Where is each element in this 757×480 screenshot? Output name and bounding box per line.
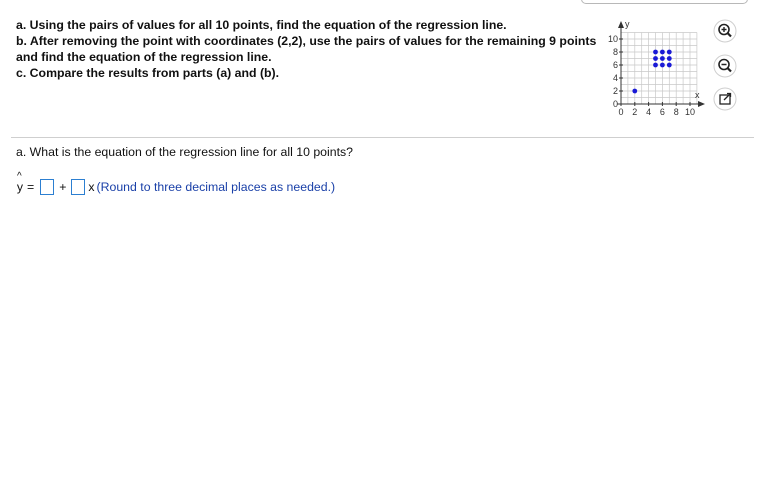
y-axis-label: y: [625, 19, 630, 29]
prompt-part-a: a. Using the pairs of values for all 10 …: [16, 18, 507, 32]
prompt-part-c: c. Compare the results from parts (a) an…: [16, 66, 280, 80]
x-tick-label: 4: [646, 107, 651, 117]
data-point: [666, 62, 672, 68]
data-point: [666, 49, 672, 55]
rounding-hint: (Round to three decimal places as needed…: [96, 180, 336, 194]
x-axis-label: x: [695, 90, 700, 100]
y-axis-arrow: [618, 21, 624, 28]
data-point: [653, 56, 658, 61]
x-tick-label: 8: [674, 107, 679, 117]
data-point: [632, 88, 638, 94]
data-point: [660, 62, 665, 68]
data-point: [660, 56, 665, 61]
data-point: [653, 49, 658, 55]
intercept-input[interactable]: [40, 179, 55, 195]
data-point: [660, 49, 665, 55]
x-tick-label: 2: [632, 107, 637, 117]
equals-sign: =: [27, 180, 35, 194]
top-tab-edge: [581, 0, 748, 4]
answer-row: ^ y = + x (Round to three decimal places …: [16, 171, 336, 197]
slope-input[interactable]: [71, 179, 86, 195]
y-tick-label: 6: [613, 60, 618, 70]
x-tick-label: 0: [618, 107, 623, 117]
y-tick-label: 10: [608, 34, 618, 44]
scatter-plot: y x 1086420 0 2 4 6 8 10: [608, 19, 705, 117]
y-hat-symbol: ^ y: [16, 171, 24, 194]
y-tick-label: 2: [613, 86, 618, 96]
problem-prompt: a. Using the pairs of values for all 10 …: [16, 17, 601, 81]
plot-grid: [621, 32, 698, 104]
zoom-out-icon[interactable]: [713, 54, 737, 78]
y-tick-label: 4: [613, 73, 618, 83]
x-tick-label: 6: [660, 107, 665, 117]
prompt-part-b: b. After removing the point with coordin…: [16, 34, 597, 64]
popout-icon[interactable]: [713, 87, 737, 111]
x-tick-label: 10: [685, 107, 695, 117]
x-axis-arrow: [698, 101, 705, 107]
zoom-in-icon[interactable]: [713, 19, 737, 43]
plus-sign: +: [59, 180, 67, 194]
section-divider: [11, 137, 754, 138]
question-text: a. What is the equation of the regressio…: [16, 145, 353, 159]
y-tick-label: 0: [613, 99, 618, 109]
x-variable: x: [88, 180, 95, 194]
y-tick-label: 8: [613, 47, 618, 57]
data-point: [666, 56, 672, 61]
data-point: [653, 62, 658, 68]
